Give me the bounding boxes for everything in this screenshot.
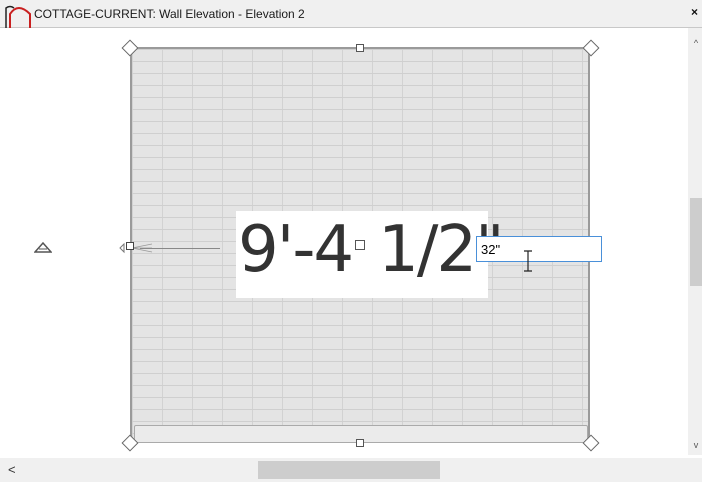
scroll-up-arrow-icon[interactable]: ^	[691, 38, 701, 48]
dimension-end-handle[interactable]	[126, 242, 134, 250]
window-title: COTTAGE-CURRENT: Wall Elevation - Elevat…	[34, 7, 305, 21]
elevation-marker-icon[interactable]	[34, 240, 52, 254]
dimension-center-handle[interactable]	[355, 240, 365, 250]
dimension-leader-line	[140, 248, 220, 249]
dimension-label[interactable]: 9'-4 1/2"	[238, 208, 505, 292]
dimension-edit-input[interactable]	[476, 236, 602, 262]
dimension-value-feet: 9'-4	[238, 213, 354, 287]
edge-handle-bottom[interactable]	[356, 439, 364, 447]
horizontal-scroll-thumb[interactable]	[258, 461, 440, 479]
vertical-scroll-thumb[interactable]	[690, 198, 702, 286]
text-cursor-icon	[524, 250, 532, 272]
vertical-scrollbar[interactable]: ^ v	[688, 28, 702, 455]
scroll-down-arrow-icon[interactable]: v	[691, 440, 701, 450]
horizontal-scrollbar[interactable]: <	[0, 458, 702, 482]
close-button[interactable]: ×	[691, 4, 702, 20]
scroll-left-arrow-icon[interactable]: <	[8, 462, 16, 477]
window-titlebar: COTTAGE-CURRENT: Wall Elevation - Elevat…	[0, 0, 702, 28]
edge-handle-top[interactable]	[356, 44, 364, 52]
